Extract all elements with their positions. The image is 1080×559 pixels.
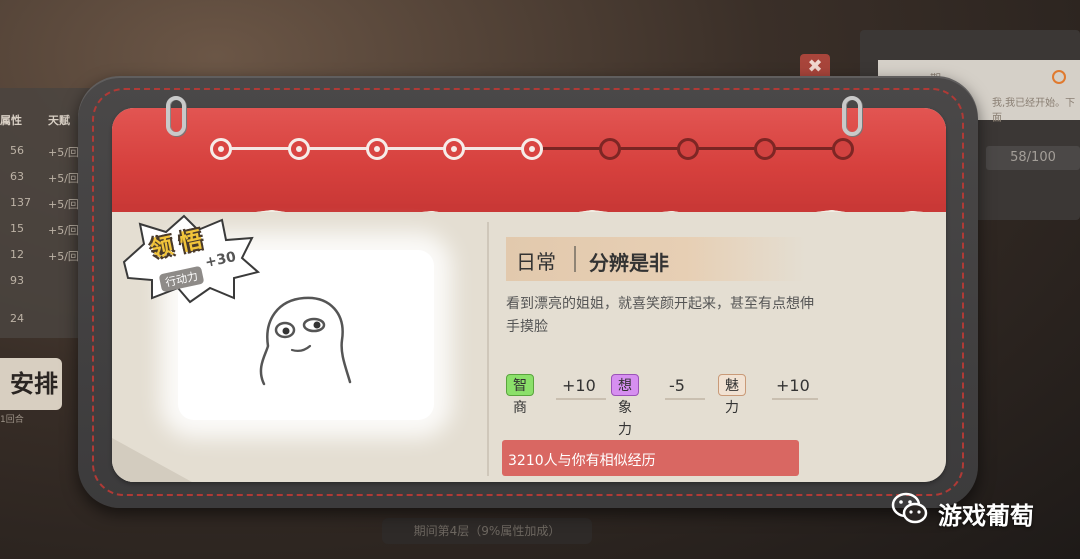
stat-underline (665, 398, 705, 400)
attribute-row: 137 +5/回 (0, 190, 90, 216)
progress-dot-completed (521, 138, 543, 160)
binder-ring-left (166, 96, 186, 136)
side-panel-text: 我,我已经开始。下面 (992, 98, 1076, 124)
attribute-value: 56 (10, 144, 24, 157)
content-divider (487, 222, 489, 476)
binder-ring-right (842, 96, 862, 136)
attribute-row: 93 (0, 268, 90, 294)
attribute-bonus: +5/回 (48, 198, 79, 211)
attribute-bonus: +5/回 (48, 146, 79, 159)
stat-label: 想象力 (611, 374, 639, 438)
attribute-value: 93 (10, 274, 24, 287)
similar-experience-text: 3210人与你有相似经历 (508, 453, 656, 469)
stat-label: 智商 (506, 374, 534, 416)
progress-dot-pending (676, 138, 699, 160)
progress-dot-completed (287, 138, 310, 160)
clock-icon (1052, 70, 1066, 84)
stat-value: +10 (562, 376, 596, 395)
attribute-bonus: +5/回 (48, 172, 79, 185)
attribute-value: 137 (10, 196, 31, 209)
attribute-value: 12 (10, 248, 24, 261)
stat-value: +10 (776, 376, 810, 395)
title-separator (574, 246, 576, 272)
attribute-row: 56 +5/回 (0, 138, 90, 164)
stat-underline (556, 398, 606, 400)
arrange-button[interactable]: 安排 (0, 358, 62, 410)
attribute-row: 24 (0, 306, 90, 332)
attribute-value: 24 (10, 312, 24, 325)
turn-count-text: 1回合 (0, 415, 24, 425)
page-curl (112, 438, 192, 482)
stat-underline (772, 398, 818, 400)
bottom-status-bar: 期间第4层（9%属性加成） (382, 518, 592, 544)
event-title: 分辨是非 (589, 251, 669, 275)
event-category: 日常 (516, 250, 556, 274)
attribute-value: 15 (10, 222, 24, 235)
progress-dot-completed (210, 138, 232, 160)
attribute-row: 12 +5/回 (0, 242, 90, 268)
attribute-row: 15 +5/回 (0, 216, 90, 242)
stat-value: -5 (669, 376, 685, 395)
attribute-value: 63 (10, 170, 24, 183)
side-progress-bar: 58/100 (986, 146, 1080, 170)
attribute-bonus: +5/回 (48, 224, 79, 237)
wechat-icon (891, 492, 928, 524)
attribute-row: 63 +5/回 (0, 164, 90, 190)
attr-header-col2: 天赋 (48, 114, 70, 127)
watermark-text: 游戏葡萄 (938, 502, 1034, 530)
attr-header-col1: 属性 (0, 114, 22, 127)
event-description: 看到漂亮的姐姐，就喜笑颜开起来，甚至有点想伸手摸脸 (506, 296, 814, 335)
stat-label: 魅力 (718, 374, 746, 416)
progress-dot-pending (598, 138, 621, 160)
progress-dot-pending (832, 138, 854, 160)
attribute-bonus: +5/回 (48, 250, 79, 263)
progress-dot-completed (365, 138, 388, 160)
